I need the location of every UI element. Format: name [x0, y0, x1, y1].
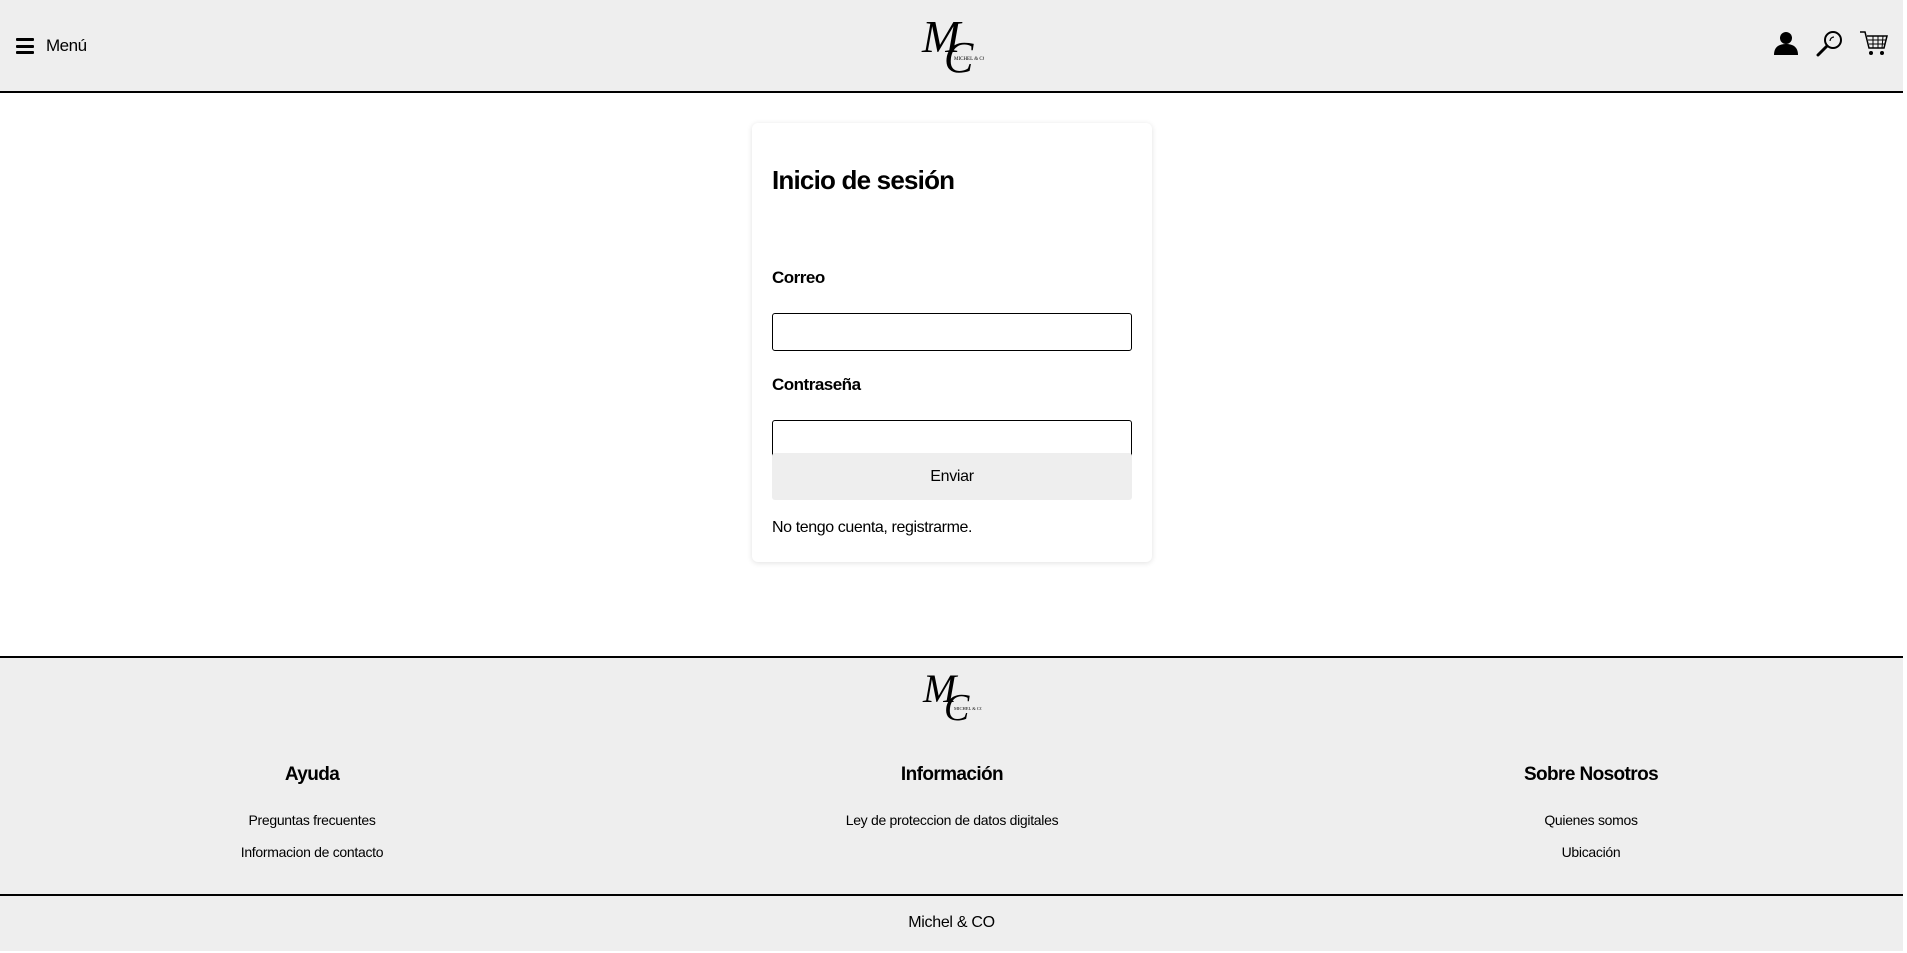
user-icon[interactable] — [1771, 28, 1801, 58]
footer-link-preguntas[interactable]: Preguntas frecuentes — [112, 812, 512, 828]
login-title: Inicio de sesión — [772, 165, 955, 195]
search-icon[interactable] — [1815, 28, 1845, 58]
menu-button[interactable]: Menú — [16, 34, 87, 58]
footer-link-contacto[interactable]: Informacion de contacto — [112, 844, 512, 860]
footer-heading: Información — [900, 764, 1004, 785]
site-header: Menú M C MICHEL & CO — [0, 0, 1903, 93]
footer-link-quienes[interactable]: Quienes somos — [1391, 812, 1791, 828]
footer-logo[interactable]: M C MICHEL & CO — [922, 666, 984, 729]
submit-button[interactable]: Enviar — [772, 453, 1132, 500]
footer-bottom-bar: Michel & CO — [0, 894, 1903, 953]
site-footer: M C MICHEL & CO Ayuda Preguntas frecuent… — [0, 656, 1903, 951]
menu-label: Menú — [46, 36, 87, 55]
site-logo[interactable]: M C MICHEL & CO — [920, 11, 987, 82]
copyright-text: Michel & CO — [908, 914, 995, 931]
svg-text:MICHEL & CO: MICHEL & CO — [954, 706, 982, 711]
footer-link-ley[interactable]: Ley de proteccion de datos digitales — [752, 812, 1152, 828]
footer-link-ubicacion[interactable]: Ubicación — [1391, 844, 1791, 860]
header-icons — [1771, 28, 1889, 58]
footer-column-informacion: Información Ley de proteccion de datos d… — [752, 764, 1152, 844]
footer-heading: Sobre Nosotros — [1523, 764, 1659, 785]
svg-text:MICHEL & CO: MICHEL & CO — [954, 57, 984, 62]
password-label: Contraseña — [772, 375, 861, 394]
email-label: Correo — [772, 268, 825, 287]
main-content: Inicio de sesión Correo Contraseña Envia… — [0, 95, 1903, 656]
cart-icon[interactable] — [1859, 28, 1889, 58]
footer-column-ayuda: Ayuda Preguntas frecuentes Informacion d… — [112, 764, 512, 876]
email-field[interactable] — [772, 313, 1132, 351]
footer-column-sobre-nosotros: Sobre Nosotros Quienes somos Ubicación — [1391, 764, 1791, 876]
hamburger-icon — [16, 38, 34, 54]
footer-heading: Ayuda — [284, 764, 340, 785]
login-card: Inicio de sesión Correo Contraseña Envia… — [752, 123, 1152, 562]
register-link[interactable]: No tengo cuenta, registrarme. — [772, 519, 972, 537]
